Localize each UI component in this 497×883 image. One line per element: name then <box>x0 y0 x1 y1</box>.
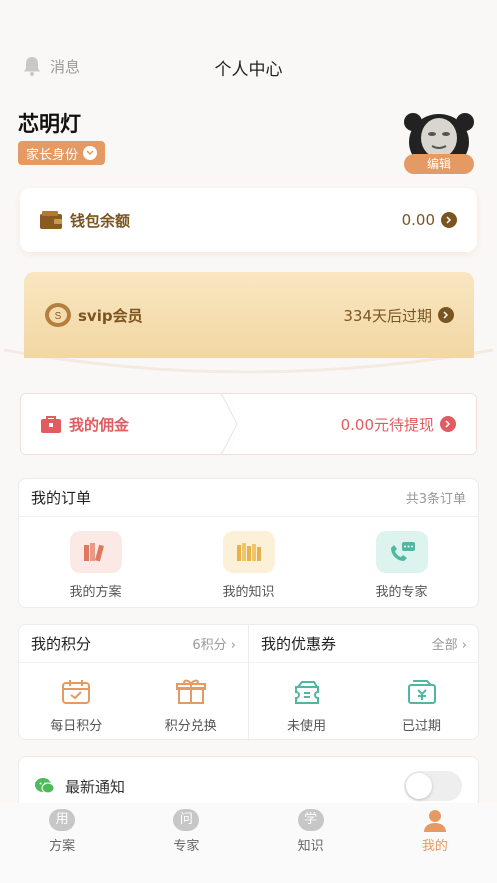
notice-toggle[interactable] <box>404 771 462 801</box>
coupons-summary: 全部 › <box>431 638 467 653</box>
gift-icon <box>175 679 206 704</box>
tab-plan[interactable]: 用 方案 <box>17 809 107 883</box>
commission-value: 0.00元待提现 <box>340 415 434 434</box>
order-item-plan[interactable]: 我的方案 <box>36 531 156 600</box>
wallet-balance-card[interactable]: 钱包余额 0.00 <box>20 188 477 252</box>
tab-label: 知识 <box>297 839 324 854</box>
commission-card[interactable]: 我的佣金 0.00元待提现 <box>20 393 477 455</box>
plan-tab-icon: 用 <box>49 809 76 831</box>
expired-coupon-icon <box>407 680 436 704</box>
chevron-down-icon <box>83 146 98 160</box>
orders-header[interactable]: 我的订单 共3条订单 <box>19 479 478 517</box>
expert-tab-icon: 问 <box>173 809 200 831</box>
role-selector[interactable]: 家长身份 <box>18 141 106 165</box>
order-item-expert[interactable]: 我的专家 <box>342 531 462 600</box>
daily-points-label: 每日积分 <box>50 719 103 734</box>
plan-icon <box>69 531 122 573</box>
notice-label: 最新通知 <box>65 777 126 796</box>
expert-chat-icon <box>375 531 428 573</box>
coupons-section: 我的优惠券 全部 › 未使用 已过期 <box>249 625 479 741</box>
calendar-icon <box>62 680 91 704</box>
svip-member-card[interactable]: S svip会员 334天后过期 <box>24 272 474 358</box>
user-icon <box>423 810 446 832</box>
role-label: 家长身份 <box>26 147 79 163</box>
wallet-label: 钱包余额 <box>70 211 131 230</box>
knowledge-tab-icon: 学 <box>297 809 324 831</box>
tab-expert[interactable]: 问 专家 <box>141 809 231 883</box>
orders-count: 共3条订单 <box>405 492 466 507</box>
unused-coupons-item[interactable]: 未使用 <box>257 679 357 734</box>
tab-knowledge[interactable]: 学 知识 <box>266 809 356 883</box>
points-exchange-item[interactable]: 积分兑换 <box>141 679 241 734</box>
svg-text:S: S <box>55 311 62 322</box>
daily-points-item[interactable]: 每日积分 <box>26 679 126 734</box>
page-title: 个人中心 <box>214 60 283 80</box>
user-name: 芯明灯 <box>18 112 81 136</box>
points-header[interactable]: 我的积分 6积分 › <box>19 625 248 663</box>
order-item-label: 我的方案 <box>69 585 122 600</box>
svip-coin-icon: S <box>45 303 71 327</box>
points-title: 我的积分 <box>31 635 92 653</box>
orders-card: 我的订单 共3条订单 我的方案 我的知识 我的专家 <box>18 478 479 608</box>
coupon-icon <box>294 681 319 704</box>
chevron-right-icon <box>438 307 454 323</box>
order-item-label: 我的专家 <box>375 585 428 600</box>
wallet-value: 0.00 <box>401 211 435 229</box>
svip-section: S svip会员 334天后过期 <box>0 262 497 388</box>
points-coupons-card: 我的积分 6积分 › 每日积分 积分兑换 我的优惠券 全部 › 未使用 已过期 <box>18 624 479 741</box>
svip-label: svip会员 <box>78 306 143 325</box>
chevron-right-icon <box>441 212 457 228</box>
books-icon <box>222 531 275 573</box>
edit-avatar-button[interactable]: 编辑 <box>404 154 474 174</box>
gift-bag-icon <box>41 416 61 433</box>
points-exchange-label: 积分兑换 <box>164 719 217 734</box>
points-section: 我的积分 6积分 › 每日积分 积分兑换 <box>19 625 249 741</box>
expired-coupons-label: 已过期 <box>401 719 441 734</box>
chevron-right-icon <box>440 416 456 432</box>
top-bar: 消息 个人中心 <box>0 0 497 100</box>
coupons-title: 我的优惠券 <box>261 635 337 653</box>
toggle-knob <box>406 773 432 799</box>
coupons-header[interactable]: 我的优惠券 全部 › <box>249 625 479 663</box>
svip-expiry: 334天后过期 <box>343 306 432 325</box>
commission-divider <box>221 393 238 455</box>
wallet-icon <box>40 211 62 229</box>
order-item-knowledge[interactable]: 我的知识 <box>189 531 309 600</box>
unused-coupons-label: 未使用 <box>286 719 326 734</box>
points-summary: 6积分 › <box>192 638 236 653</box>
bottom-tab-bar: 用 方案 问 专家 学 知识 我的 <box>0 803 497 883</box>
expired-coupons-item[interactable]: 已过期 <box>372 679 472 734</box>
orders-title: 我的订单 <box>31 489 92 507</box>
order-item-label: 我的知识 <box>222 585 275 600</box>
tab-label: 我的 <box>421 839 448 854</box>
tab-mine[interactable]: 我的 <box>390 809 480 883</box>
tab-label: 方案 <box>49 839 76 854</box>
commission-label: 我的佣金 <box>69 415 130 434</box>
tab-label: 专家 <box>173 839 200 854</box>
wechat-icon <box>35 778 55 794</box>
